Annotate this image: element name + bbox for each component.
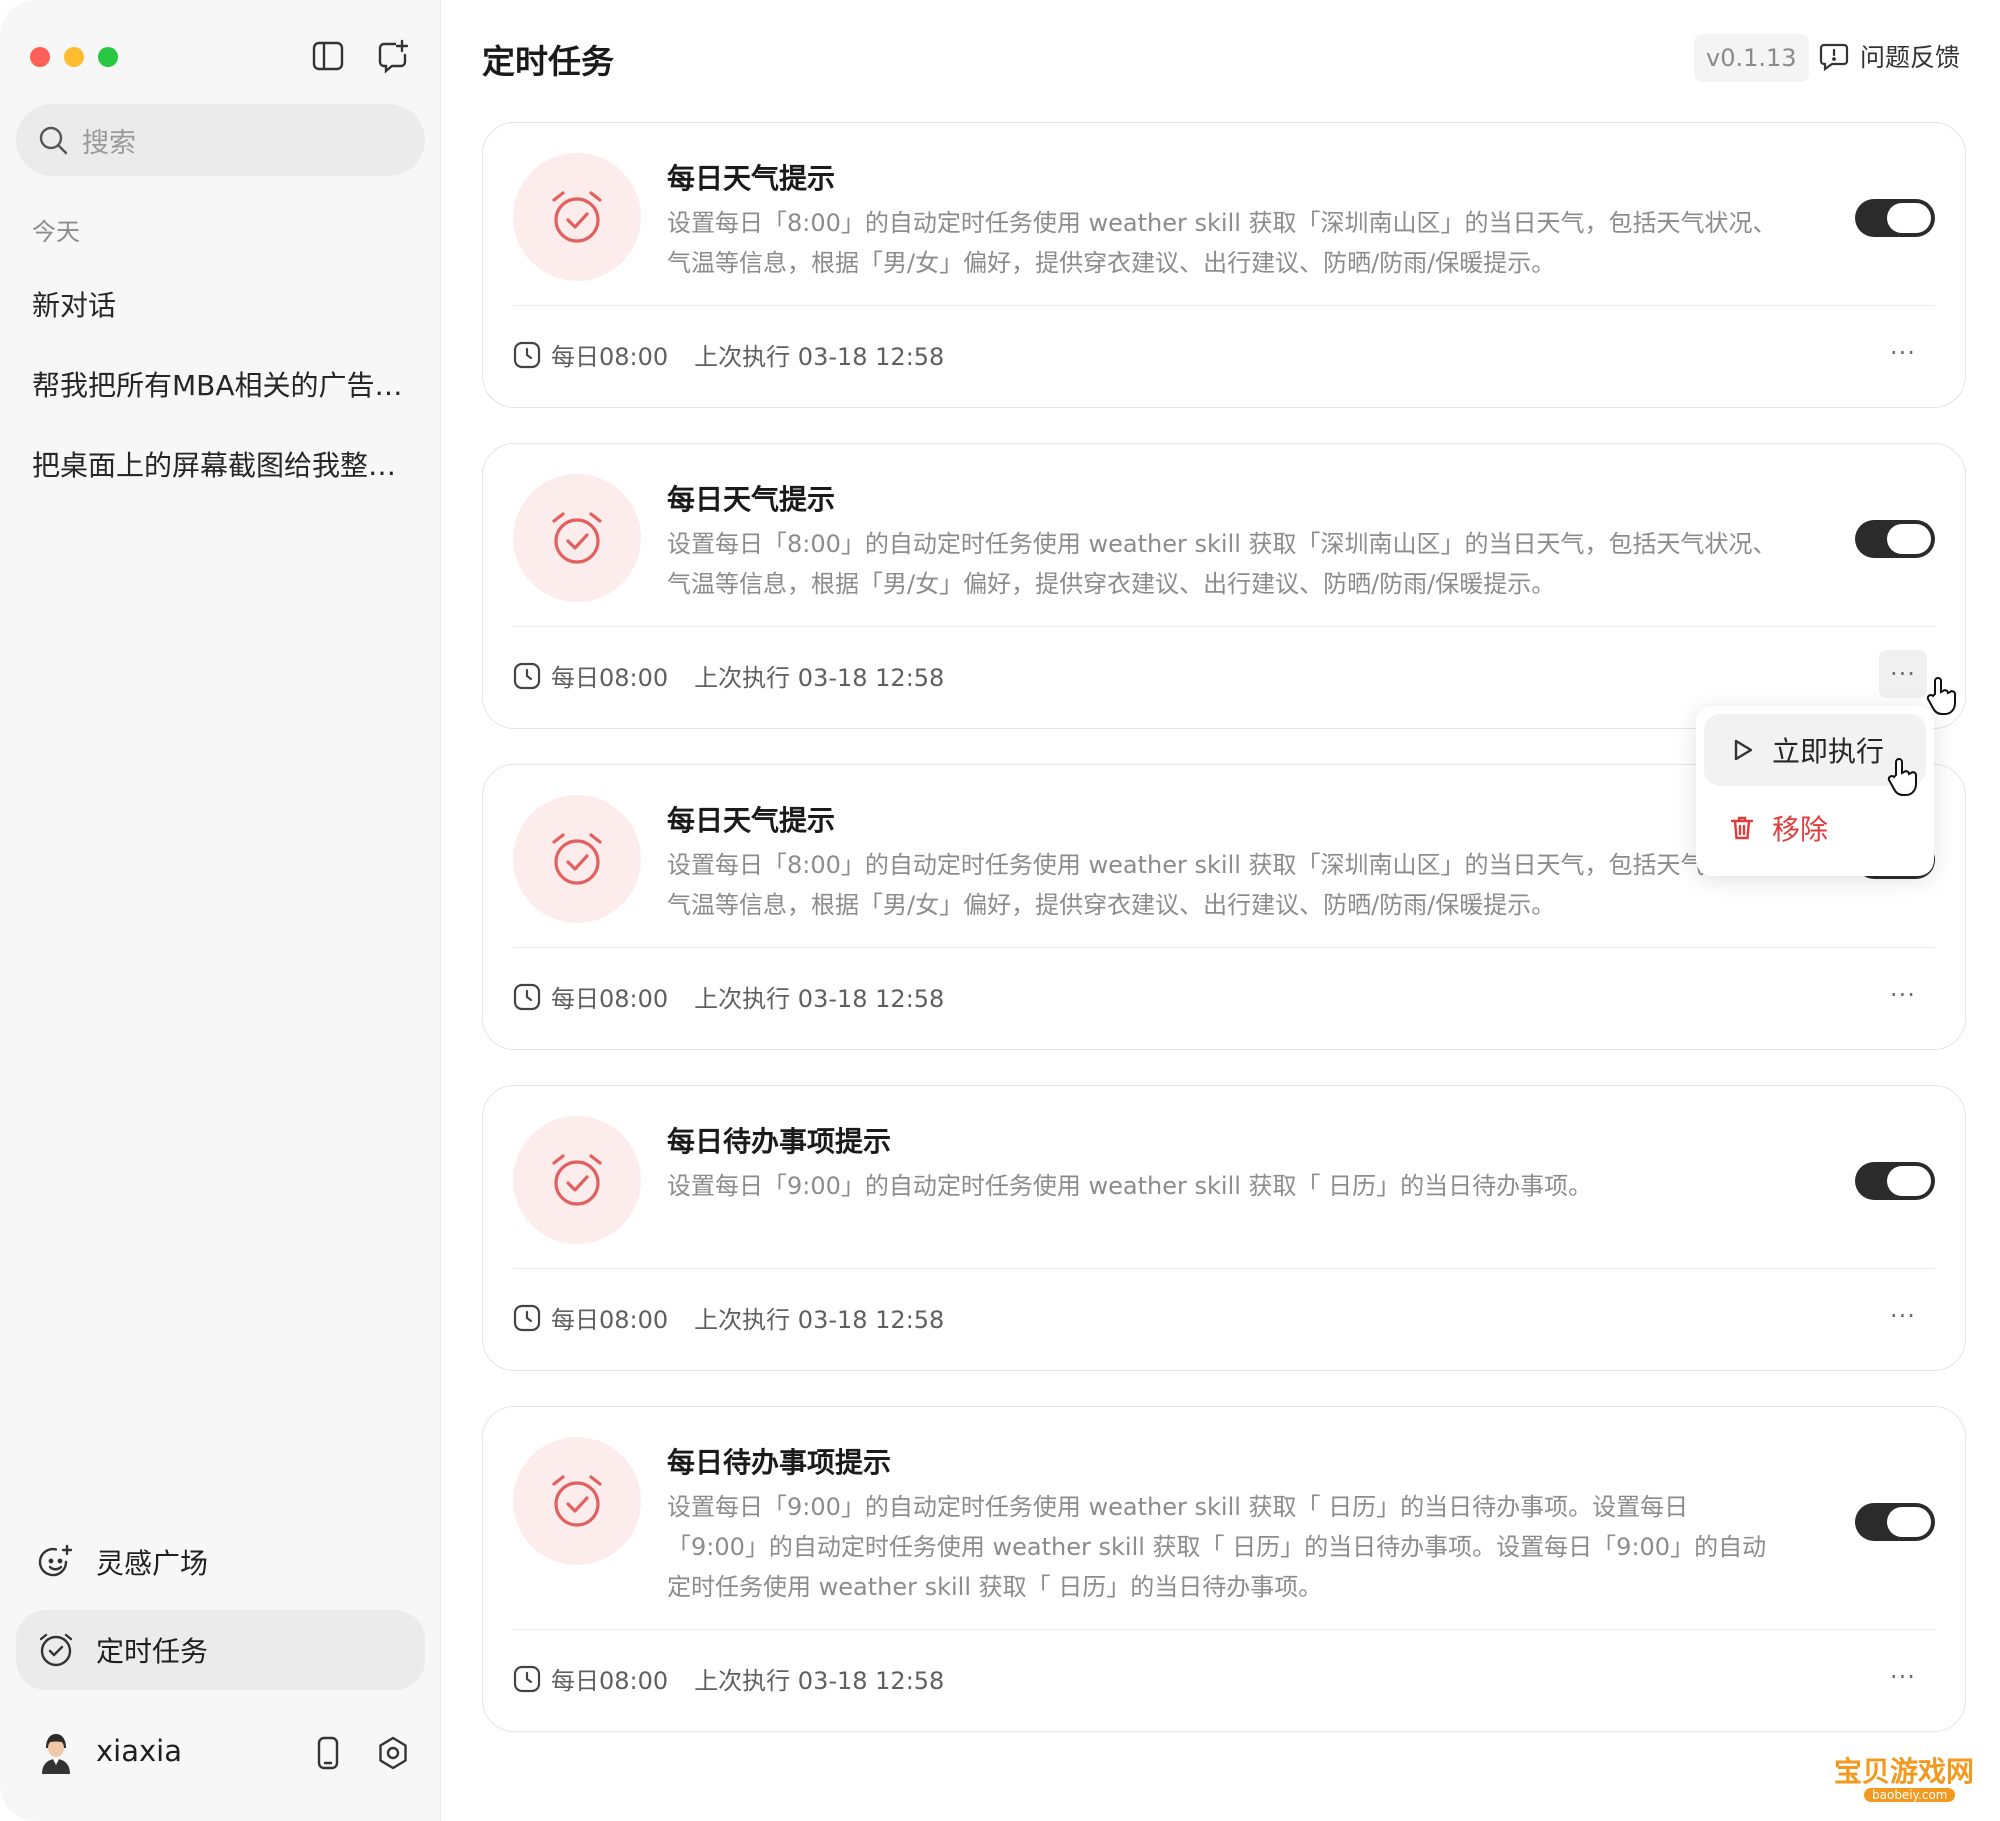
feedback-button[interactable]: 问题反馈 bbox=[1818, 38, 1960, 74]
hand-cursor-icon bbox=[1924, 676, 1958, 716]
divider bbox=[513, 1629, 1935, 1630]
avatar bbox=[42, 1734, 70, 1774]
nav-label: 灵感广场 bbox=[96, 1547, 209, 1580]
task-last-run: 上次执行 03-18 12:58 bbox=[694, 664, 945, 692]
feedback-icon bbox=[1819, 43, 1849, 72]
conversation-item[interactable]: 帮我把所有MBA相关的广告… bbox=[32, 364, 412, 404]
section-label-today: 今天 bbox=[32, 218, 80, 246]
more-options-button[interactable]: ··· bbox=[1879, 971, 1927, 1019]
menu-item-label: 立即执行 bbox=[1772, 735, 1885, 768]
task-description: 设置每日「8:00」的自动定时任务使用 weather skill 获取「深圳南… bbox=[667, 209, 1777, 277]
divider bbox=[513, 1268, 1935, 1269]
play-icon bbox=[1734, 739, 1753, 761]
trash-icon bbox=[1730, 816, 1754, 840]
task-schedule: 每日08:00 bbox=[551, 1667, 669, 1695]
task-enable-toggle[interactable] bbox=[1855, 199, 1935, 237]
task-meta: 每日08:00 上次执行 03-18 12:58 bbox=[513, 337, 944, 372]
mobile-device-icon[interactable] bbox=[310, 1735, 346, 1771]
watermark-logo: 宝贝游戏网 baobeiy.com bbox=[1834, 1740, 1978, 1812]
conversation-item[interactable]: 新对话 bbox=[32, 284, 412, 324]
sidebar: 搜索 今天 新对话 帮我把所有MBA相关的广告… 把桌面上的屏幕截图给我整… 灵… bbox=[0, 0, 441, 1821]
divider bbox=[513, 947, 1935, 948]
feedback-label: 问题反馈 bbox=[1860, 43, 1961, 72]
task-last-run: 上次执行 03-18 12:58 bbox=[694, 1306, 945, 1334]
task-enable-toggle[interactable] bbox=[1855, 1162, 1935, 1200]
clock-icon bbox=[513, 341, 541, 368]
window-minimize-button[interactable] bbox=[64, 47, 84, 67]
new-chat-icon[interactable] bbox=[375, 38, 411, 74]
search-placeholder: 搜索 bbox=[82, 127, 136, 159]
nav-item-inspiration[interactable]: 灵感广场 bbox=[16, 1522, 425, 1602]
alarm-clock-icon bbox=[513, 474, 641, 602]
more-options-button[interactable]: ··· bbox=[1879, 1292, 1927, 1340]
task-meta: 每日08:00 上次执行 03-18 12:58 bbox=[513, 658, 944, 693]
alarm-clock-icon bbox=[513, 153, 641, 281]
search-icon bbox=[39, 126, 68, 155]
inspiration-icon bbox=[38, 1544, 73, 1577]
task-card: 每日天气提示 设置每日「8:00」的自动定时任务使用 weather skill… bbox=[482, 443, 1966, 729]
task-description: 设置每日「9:00」的自动定时任务使用 weather skill 获取「 日历… bbox=[667, 1172, 1593, 1200]
page-title: 定时任务 bbox=[482, 42, 614, 81]
task-last-run: 上次执行 03-18 12:58 bbox=[694, 1667, 945, 1695]
more-options-button[interactable]: ··· bbox=[1879, 1653, 1927, 1701]
alarm-clock-icon bbox=[513, 795, 641, 923]
watermark-text: 宝贝游戏网 bbox=[1834, 1755, 1975, 1788]
task-title: 每日待办事项提示 bbox=[667, 1125, 892, 1158]
task-schedule: 每日08:00 bbox=[551, 1306, 669, 1334]
alarm-check-icon bbox=[39, 1633, 73, 1667]
task-meta: 每日08:00 上次执行 03-18 12:58 bbox=[513, 1661, 944, 1696]
task-meta: 每日08:00 上次执行 03-18 12:58 bbox=[513, 1300, 944, 1335]
task-title: 每日天气提示 bbox=[667, 483, 836, 516]
task-card: 每日待办事项提示 设置每日「9:00」的自动定时任务使用 weather ski… bbox=[482, 1085, 1966, 1371]
clock-icon bbox=[513, 662, 541, 689]
divider bbox=[513, 626, 1935, 627]
window-close-button[interactable] bbox=[30, 47, 50, 67]
task-card: 每日天气提示 设置每日「8:00」的自动定时任务使用 weather skill… bbox=[482, 122, 1966, 408]
conversation-item[interactable]: 把桌面上的屏幕截图给我整… bbox=[32, 444, 412, 484]
clock-icon bbox=[513, 1304, 541, 1331]
task-last-run: 上次执行 03-18 12:58 bbox=[694, 343, 945, 371]
version-badge: v0.1.13 bbox=[1694, 34, 1809, 82]
nav-label: 定时任务 bbox=[96, 1635, 209, 1668]
alarm-clock-icon bbox=[513, 1437, 641, 1565]
task-last-run: 上次执行 03-18 12:58 bbox=[694, 985, 945, 1013]
search-input[interactable]: 搜索 bbox=[16, 104, 425, 176]
hand-cursor-icon bbox=[1885, 757, 1919, 797]
more-options-button[interactable]: ··· bbox=[1879, 329, 1927, 377]
user-profile[interactable]: xiaxia bbox=[36, 1728, 182, 1774]
window-zoom-button[interactable] bbox=[98, 47, 118, 67]
task-schedule: 每日08:00 bbox=[551, 664, 669, 692]
menu-item-label: 移除 bbox=[1772, 813, 1829, 846]
task-title: 每日待办事项提示 bbox=[667, 1446, 892, 1479]
task-title: 每日天气提示 bbox=[667, 162, 836, 195]
settings-gear-icon[interactable] bbox=[375, 1735, 411, 1771]
task-enable-toggle[interactable] bbox=[1855, 520, 1935, 558]
clock-icon bbox=[513, 1665, 541, 1692]
alarm-clock-icon bbox=[513, 1116, 641, 1244]
more-options-button[interactable]: ··· bbox=[1879, 650, 1927, 698]
task-schedule: 每日08:00 bbox=[551, 343, 669, 371]
sidebar-toggle-icon[interactable] bbox=[310, 38, 346, 74]
task-card: 每日待办事项提示 设置每日「9:00」的自动定时任务使用 weather ski… bbox=[482, 1406, 1966, 1732]
task-description: 设置每日「8:00」的自动定时任务使用 weather skill 获取「深圳南… bbox=[667, 530, 1777, 598]
watermark-url: baobeiy.com bbox=[1864, 1788, 1956, 1802]
task-enable-toggle[interactable] bbox=[1855, 1503, 1935, 1541]
task-title: 每日天气提示 bbox=[667, 804, 836, 837]
remove-menu-item[interactable]: 移除 bbox=[1704, 792, 1926, 864]
clock-icon bbox=[513, 983, 541, 1010]
divider bbox=[513, 305, 1935, 306]
task-description: 设置每日「9:00」的自动定时任务使用 weather skill 获取「 日历… bbox=[667, 1493, 1767, 1601]
user-name: xiaxia bbox=[96, 1734, 182, 1768]
task-schedule: 每日08:00 bbox=[551, 985, 669, 1013]
task-description: 设置每日「8:00」的自动定时任务使用 weather skill 获取「深圳南… bbox=[667, 851, 1777, 919]
nav-item-scheduled-tasks[interactable]: 定时任务 bbox=[16, 1610, 425, 1690]
task-meta: 每日08:00 上次执行 03-18 12:58 bbox=[513, 979, 944, 1014]
